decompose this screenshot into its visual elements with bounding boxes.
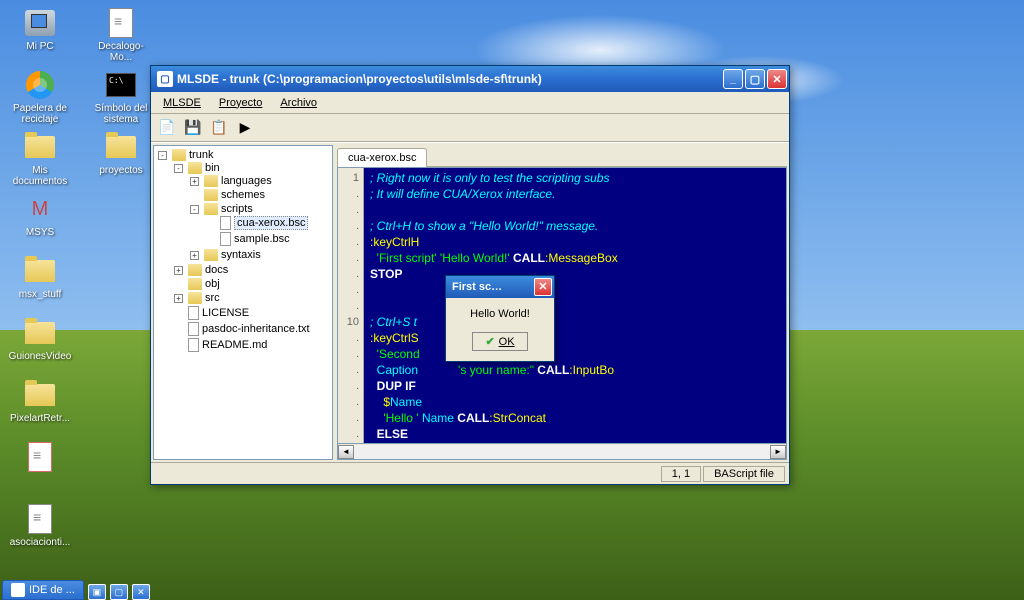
tree-node-obj[interactable]: obj: [174, 278, 330, 290]
desktop-icon-simbolo[interactable]: Símbolo del sistema: [86, 67, 156, 127]
tree-node-license[interactable]: LICENSE: [174, 306, 330, 320]
taskbar: IDE de ... ▣ ▢ ✕: [0, 582, 1024, 600]
file-icon: [188, 322, 199, 336]
window-title: MLSDE - trunk (C:\programacion\proyectos…: [177, 72, 723, 86]
status-file-type: BAScript file: [703, 466, 785, 482]
folder-icon: [204, 249, 218, 261]
taskbar-item-ide[interactable]: IDE de ...: [2, 580, 84, 600]
tree-node-src[interactable]: +src: [174, 292, 330, 304]
file-icon: [220, 216, 231, 230]
toolbar-new-icon[interactable]: 📄: [157, 118, 177, 138]
desktop-icon-mi-pc[interactable]: Mi PC: [5, 5, 75, 65]
horizontal-scrollbar[interactable]: ◄ ►: [337, 444, 787, 460]
dialog-close-button[interactable]: ✕: [534, 278, 552, 296]
message-dialog: First sc… ✕ Hello World! ✔OK: [445, 275, 555, 362]
app-icon: ▢: [157, 71, 173, 87]
scroll-track[interactable]: [354, 445, 770, 459]
expand-icon[interactable]: +: [174, 294, 183, 303]
file-icon: [188, 306, 199, 320]
file-icon: [188, 338, 199, 352]
close-button[interactable]: ✕: [767, 69, 787, 89]
tree-node-pasdoc[interactable]: pasdoc-inheritance.txt: [174, 322, 330, 336]
desktop-icon-asociacion[interactable]: asociacionti...: [5, 501, 75, 561]
toolbar: 📄 💾 📋 ▶: [151, 114, 789, 142]
desktop-icon-msx-stuff[interactable]: msx_stuff: [5, 253, 75, 313]
desktop-icon-pixelart[interactable]: PixelartRetr...: [5, 377, 75, 437]
menubar: MLSDE Proyecto Archivo: [151, 92, 789, 114]
tree-node-cua-xerox[interactable]: cua-xerox.bsc: [206, 216, 330, 230]
folder-icon: [204, 175, 218, 187]
folder-icon: [188, 292, 202, 304]
folder-icon: [188, 278, 202, 290]
toolbar-copy-icon[interactable]: 📋: [209, 118, 229, 138]
dialog-ok-button[interactable]: ✔OK: [472, 332, 527, 351]
tree-node-readme[interactable]: README.md: [174, 338, 330, 352]
desktop-icon-guiones[interactable]: GuionesVideo: [5, 315, 75, 375]
statusbar: 1, 1 BAScript file: [151, 462, 789, 484]
taskbar-close-icon[interactable]: ✕: [132, 584, 150, 600]
tree-node-syntaxis[interactable]: +syntaxis: [190, 249, 330, 261]
titlebar[interactable]: ▢ MLSDE - trunk (C:\programacion\proyect…: [151, 66, 789, 92]
desktop-icon-proyectos[interactable]: proyectos: [86, 129, 156, 189]
check-icon: ✔: [485, 335, 494, 348]
tree-node-schemes[interactable]: schemes: [190, 189, 330, 201]
menu-proyecto[interactable]: Proyecto: [211, 95, 270, 111]
project-tree[interactable]: -trunk -bin +languages schemes -scripts …: [153, 145, 333, 460]
dialog-title: First sc…: [452, 281, 534, 293]
dialog-titlebar[interactable]: First sc… ✕: [446, 276, 554, 298]
tree-node-sample[interactable]: sample.bsc: [206, 232, 330, 246]
scroll-right-icon[interactable]: ►: [770, 445, 786, 459]
status-cursor-pos: 1, 1: [661, 466, 701, 482]
scroll-left-icon[interactable]: ◄: [338, 445, 354, 459]
file-icon: [220, 232, 231, 246]
taskbar-show-icon[interactable]: ▢: [110, 584, 128, 600]
taskbar-min-icon[interactable]: ▣: [88, 584, 106, 600]
desktop-icon-papelera[interactable]: Papelera de reciclaje: [5, 67, 75, 127]
desktop-icon-decalogo[interactable]: Decalogo-Mo...: [86, 5, 156, 65]
dialog-message: Hello World!: [454, 308, 546, 320]
minimize-button[interactable]: _: [723, 69, 743, 89]
folder-icon: [204, 189, 218, 201]
expand-icon[interactable]: +: [174, 266, 183, 275]
collapse-icon[interactable]: -: [174, 164, 183, 173]
tree-node-docs[interactable]: +docs: [174, 264, 330, 276]
line-gutter: 1........10.......: [338, 168, 364, 443]
folder-icon: [204, 203, 218, 215]
maximize-button[interactable]: ▢: [745, 69, 765, 89]
editor-pane: cua-xerox.bsc 1........10....... ; Right…: [337, 145, 787, 460]
desktop-icon-msys[interactable]: MMSYS: [5, 191, 75, 251]
folder-icon: [188, 162, 202, 174]
expand-icon[interactable]: +: [190, 177, 199, 186]
folder-icon: [172, 149, 186, 161]
collapse-icon[interactable]: -: [190, 205, 199, 214]
tree-node-scripts[interactable]: -scripts: [190, 203, 330, 215]
collapse-icon[interactable]: -: [158, 151, 167, 160]
toolbar-save-icon[interactable]: 💾: [183, 118, 203, 138]
tree-node-bin[interactable]: -bin: [174, 162, 330, 174]
code-editor[interactable]: 1........10....... ; Right now it is onl…: [337, 167, 787, 444]
tree-node-trunk[interactable]: -trunk: [158, 149, 330, 161]
desktop-icon-mis-docs[interactable]: Mis documentos: [5, 129, 75, 189]
editor-tabs: cua-xerox.bsc: [337, 145, 787, 167]
tab-cua-xerox[interactable]: cua-xerox.bsc: [337, 148, 427, 167]
toolbar-run-icon[interactable]: ▶: [235, 118, 255, 138]
tree-node-languages[interactable]: +languages: [190, 175, 330, 187]
app-icon: [11, 583, 25, 597]
desktop-icons: Mi PC Papelera de reciclaje Mis document…: [5, 5, 165, 565]
menu-archivo[interactable]: Archivo: [272, 95, 325, 111]
desktop-icon-charla[interactable]: [5, 439, 75, 499]
folder-icon: [188, 264, 202, 276]
expand-icon[interactable]: +: [190, 251, 199, 260]
menu-mlsde[interactable]: MLSDE: [155, 95, 209, 111]
